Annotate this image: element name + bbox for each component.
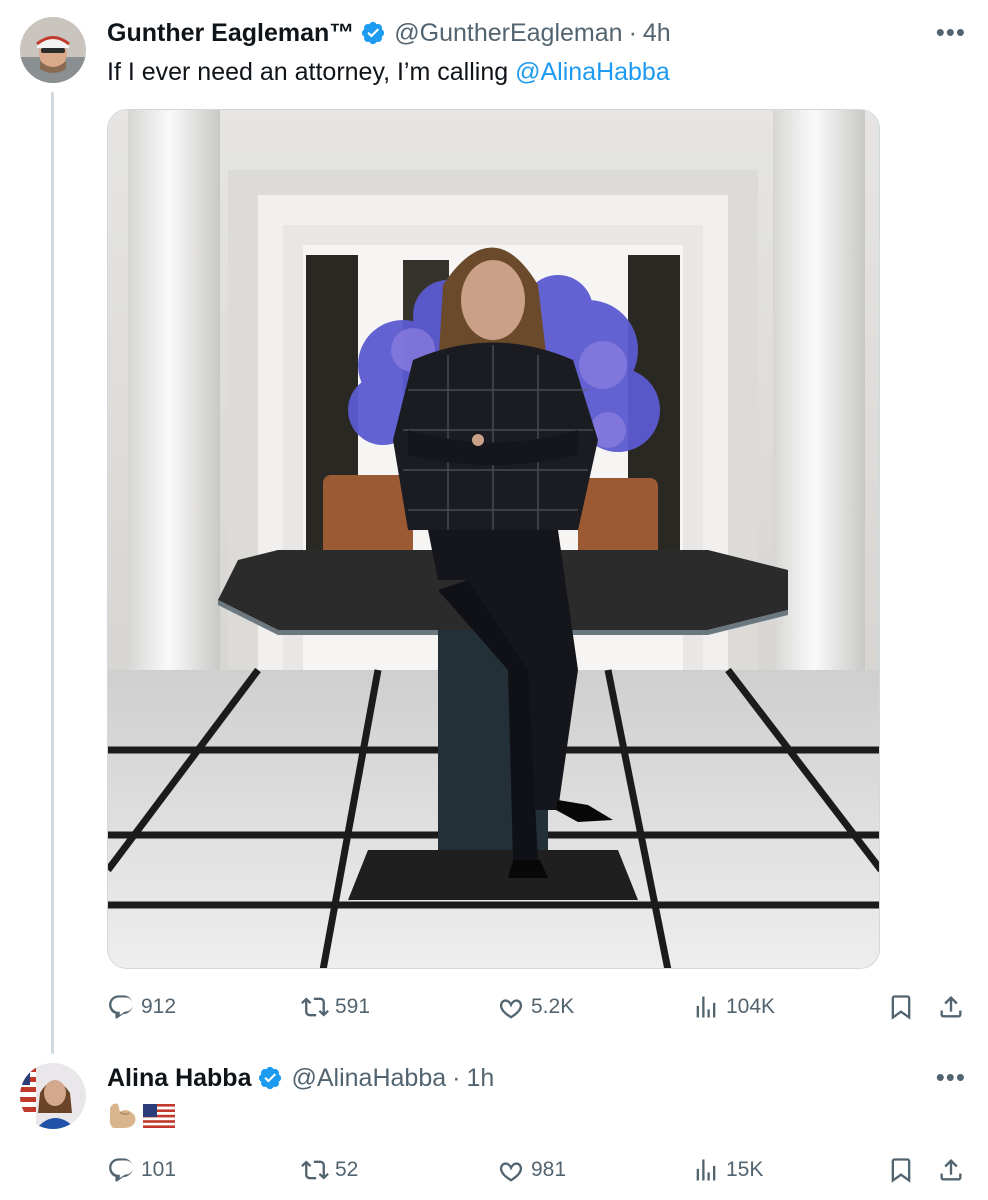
more-horizontal-icon[interactable]: ••• bbox=[936, 1064, 966, 1090]
us-flag-icon bbox=[143, 1104, 175, 1128]
reply-button[interactable]: 912 bbox=[107, 987, 176, 1027]
views-button[interactable]: 104K bbox=[692, 987, 775, 1027]
author-handle[interactable]: @GuntherEagleman bbox=[394, 17, 622, 49]
like-count: 981 bbox=[531, 1158, 567, 1181]
tweet-text bbox=[107, 1100, 175, 1130]
retweet-button[interactable]: 591 bbox=[301, 987, 370, 1027]
retweet-icon bbox=[301, 997, 329, 1017]
reply-icon bbox=[109, 1158, 133, 1182]
views-count: 15K bbox=[726, 1158, 764, 1181]
tweet-photo[interactable] bbox=[107, 109, 880, 969]
reply-icon bbox=[109, 995, 133, 1019]
reply-count: 912 bbox=[141, 995, 177, 1018]
share-icon bbox=[940, 1159, 962, 1181]
share-button[interactable] bbox=[937, 987, 965, 1027]
retweet-icon bbox=[301, 1160, 329, 1180]
bookmark-icon bbox=[891, 1158, 911, 1183]
timestamp[interactable]: 1h bbox=[466, 1062, 494, 1094]
retweet-button[interactable]: 52 bbox=[301, 1150, 358, 1190]
verified-badge-icon bbox=[259, 1066, 282, 1090]
avatar[interactable] bbox=[20, 1063, 86, 1129]
views-icon bbox=[696, 1159, 716, 1181]
like-button[interactable]: 981 bbox=[497, 1150, 566, 1190]
verified-badge-icon bbox=[362, 21, 385, 45]
tweet-text-body: If I ever need an attorney, I’m calling bbox=[107, 58, 516, 86]
author-name[interactable]: Alina Habba bbox=[107, 1062, 251, 1094]
tweet-text: If I ever need an attorney, I’m calling … bbox=[107, 56, 670, 88]
bookmark-icon bbox=[891, 995, 911, 1020]
avatar[interactable] bbox=[20, 17, 86, 83]
author-name[interactable]: Gunther Eagleman™ bbox=[107, 17, 354, 49]
more-horizontal-icon[interactable]: ••• bbox=[936, 19, 966, 45]
views-icon bbox=[696, 996, 716, 1018]
retweet-count: 52 bbox=[335, 1158, 359, 1181]
tweet-alina-reply[interactable]: Alina Habba @AlinaHabba · 1h ••• 101 52 … bbox=[0, 1045, 988, 1200]
tweet-actions: 101 52 981 15K bbox=[107, 1150, 967, 1190]
bookmark-button[interactable] bbox=[887, 1150, 915, 1190]
mention-link[interactable]: @AlinaHabba bbox=[515, 58, 670, 86]
like-button[interactable]: 5.2K bbox=[497, 987, 574, 1027]
share-icon bbox=[940, 996, 962, 1018]
tweet-actions: 912 591 5.2K 104K bbox=[107, 987, 967, 1027]
views-count: 104K bbox=[726, 995, 776, 1018]
timestamp[interactable]: 4h bbox=[643, 17, 671, 49]
like-count: 5.2K bbox=[531, 995, 575, 1018]
like-icon bbox=[499, 999, 523, 1019]
separator-dot: · bbox=[452, 1064, 461, 1092]
flexed-biceps-icon bbox=[109, 1103, 136, 1128]
tweet-gunther[interactable]: Gunther Eagleman™ @GuntherEagleman · 4h … bbox=[0, 0, 988, 1045]
tweet-header: Alina Habba @AlinaHabba · 1h bbox=[107, 1062, 494, 1094]
separator-dot: · bbox=[628, 19, 637, 47]
reply-button[interactable]: 101 bbox=[107, 1150, 176, 1190]
photo-illustration bbox=[108, 110, 879, 968]
like-icon bbox=[499, 1162, 523, 1182]
author-handle[interactable]: @AlinaHabba bbox=[291, 1062, 446, 1094]
reply-count: 101 bbox=[141, 1158, 177, 1181]
retweet-count: 591 bbox=[335, 995, 371, 1018]
bookmark-button[interactable] bbox=[887, 987, 915, 1027]
tweet-header: Gunther Eagleman™ @GuntherEagleman · 4h bbox=[107, 17, 671, 49]
views-button[interactable]: 15K bbox=[692, 1150, 763, 1190]
share-button[interactable] bbox=[937, 1150, 965, 1190]
